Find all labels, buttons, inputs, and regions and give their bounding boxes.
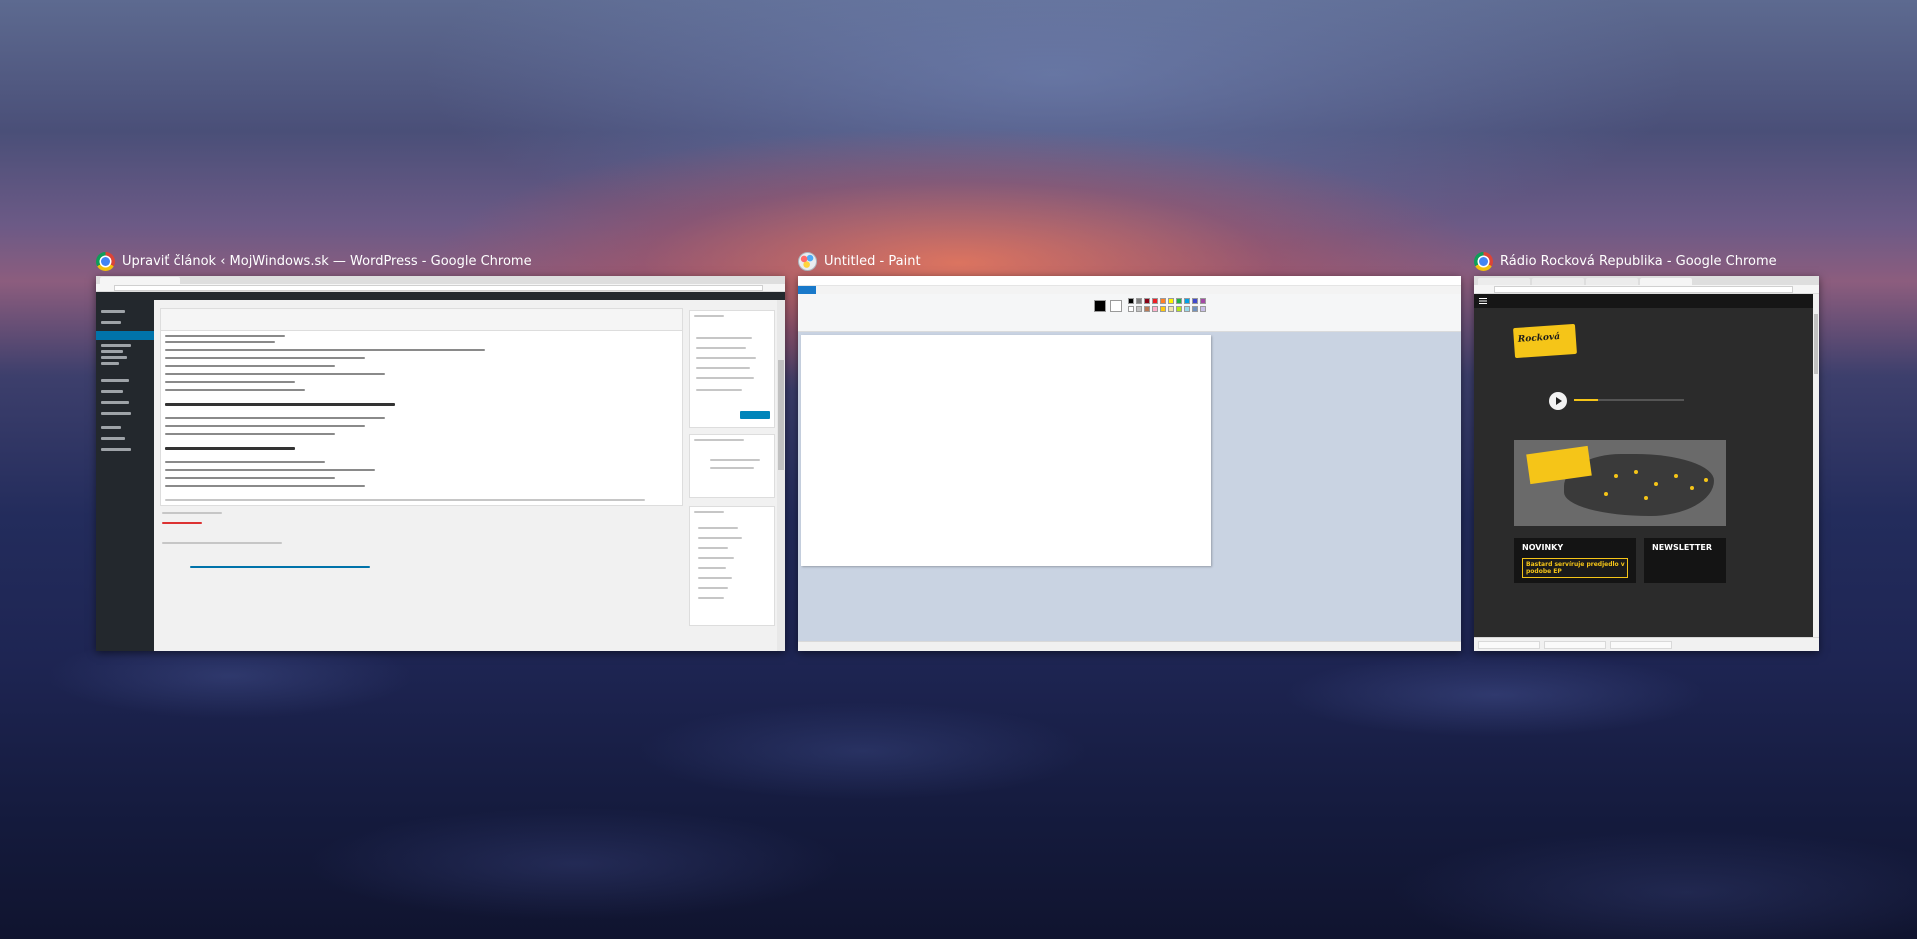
window-thumbnail[interactable] <box>798 276 1461 651</box>
wp-publish-sidebar <box>687 300 777 651</box>
paint-file-tab[interactable] <box>798 286 816 294</box>
window-header: Rádio Rocková Republika - Google Chrome <box>1474 250 1777 272</box>
player-progress[interactable] <box>1574 399 1684 401</box>
window-title: Rádio Rocková Republika - Google Chrome <box>1500 253 1777 269</box>
browser-tab-strip <box>1474 276 1819 285</box>
paint-ribbon-tabs <box>798 286 1461 294</box>
window-tile-paint[interactable]: Untitled - Paint <box>798 250 1461 651</box>
wp-admin-sidebar <box>96 300 154 651</box>
wp-categories-box <box>689 506 775 626</box>
news-headline: Bastard servíruje predjedlo v podobe EP <box>1526 561 1625 575</box>
news-heading: NOVINKY <box>1522 543 1564 552</box>
paint-canvas[interactable] <box>801 335 1211 566</box>
wp-scrollbar[interactable] <box>777 300 785 651</box>
wp-editor-area <box>154 300 687 651</box>
window-title: Upraviť článok ‹ MojWindows.sk — WordPre… <box>122 253 532 269</box>
news-card[interactable]: NOVINKY Bastard servíruje predjedlo v po… <box>1514 538 1636 583</box>
slovakia-map-banner[interactable] <box>1514 440 1726 526</box>
paint-workspace <box>798 332 1461 641</box>
news-item[interactable]: Bastard servíruje predjedlo v podobe EP <box>1522 558 1628 578</box>
paint-ribbon <box>798 294 1461 332</box>
radio-webpage: Rocková NOVINKY Bastard servíruje predje… <box>1474 294 1813 637</box>
window-tile-wordpress[interactable]: Upraviť článok ‹ MojWindows.sk — WordPre… <box>96 250 785 651</box>
radio-nav-bar <box>1474 294 1813 308</box>
wp-layout-settings-box <box>689 434 775 498</box>
browser-scrollbar[interactable] <box>1813 294 1819 637</box>
window-thumbnail[interactable] <box>96 276 785 651</box>
chrome-icon <box>1474 251 1493 271</box>
paint-titlebar <box>798 276 1461 286</box>
wp-publish-box <box>689 310 775 428</box>
window-tile-radio[interactable]: Rádio Rocková Republika - Google Chrome … <box>1474 250 1819 651</box>
wp-editor-toolbar <box>161 309 682 331</box>
wp-post-editor[interactable] <box>160 308 683 506</box>
newsletter-card[interactable]: NEWSLETTER <box>1644 538 1726 583</box>
wp-admin-bar <box>96 292 785 300</box>
window-thumbnail[interactable]: Rocková NOVINKY Bastard servíruje predje… <box>1474 276 1819 651</box>
paint-status-bar <box>798 641 1461 651</box>
menu-icon[interactable] <box>1479 298 1487 304</box>
downloads-bar <box>1474 637 1819 651</box>
newsletter-heading: NEWSLETTER <box>1652 543 1713 552</box>
radio-logo: Rocková <box>1513 323 1577 359</box>
window-header: Upraviť článok ‹ MojWindows.sk — WordPre… <box>96 250 532 272</box>
browser-address-bar <box>96 284 785 292</box>
window-title: Untitled - Paint <box>824 253 921 269</box>
wp-update-button[interactable] <box>740 411 770 419</box>
play-icon[interactable] <box>1549 392 1567 410</box>
browser-address-bar <box>1474 285 1819 294</box>
browser-tab-strip <box>96 276 785 284</box>
window-header: Untitled - Paint <box>798 250 921 272</box>
chrome-icon <box>96 251 115 271</box>
paint-icon <box>798 251 817 271</box>
